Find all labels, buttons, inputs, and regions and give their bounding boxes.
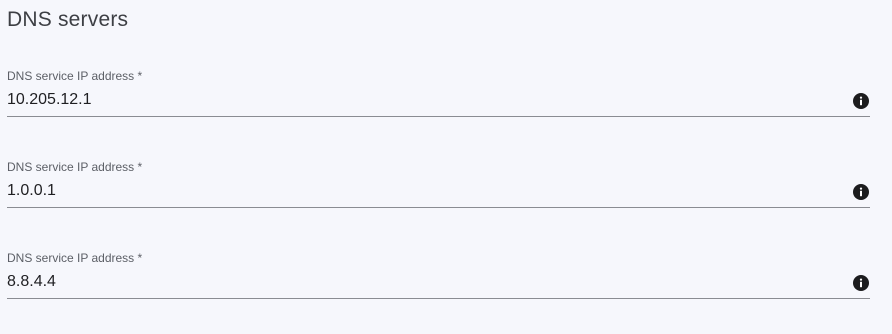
dns-ip-input-3[interactable] — [7, 269, 842, 295]
section-title: DNS servers — [7, 8, 129, 31]
dns-ip-field-label: DNS service IP address * — [7, 160, 143, 174]
dns-servers-panel: DNS servers DNS service IP address * DNS… — [0, 0, 892, 334]
dns-ip-input-2[interactable] — [7, 178, 842, 204]
dns-ip-field-2: DNS service IP address * — [7, 160, 870, 208]
info-icon[interactable] — [853, 184, 869, 200]
info-icon[interactable] — [853, 275, 869, 291]
dns-ip-input-1[interactable] — [7, 87, 842, 113]
field-underline — [7, 116, 870, 117]
dns-ip-field-label: DNS service IP address * — [7, 69, 143, 83]
dns-ip-field-1: DNS service IP address * — [7, 69, 870, 117]
dns-ip-field-label: DNS service IP address * — [7, 251, 143, 265]
dns-ip-field-3: DNS service IP address * — [7, 251, 870, 299]
field-underline — [7, 207, 870, 208]
field-underline — [7, 298, 870, 299]
info-icon[interactable] — [853, 93, 869, 109]
